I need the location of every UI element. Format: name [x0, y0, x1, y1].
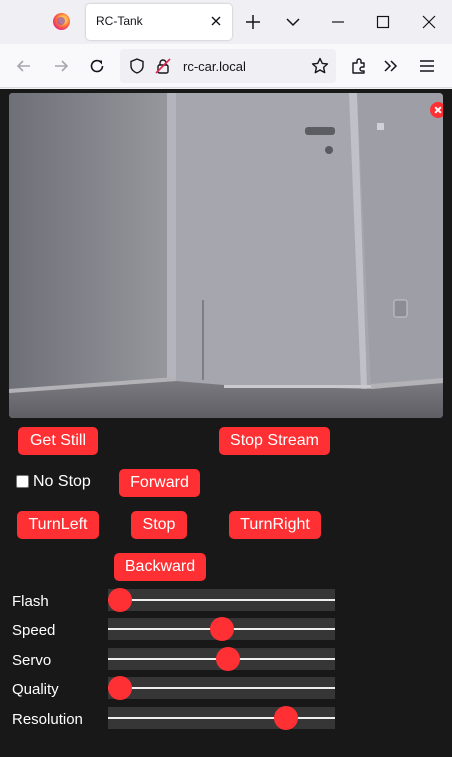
- resolution-slider[interactable]: [108, 706, 335, 730]
- minimize-icon[interactable]: [329, 13, 347, 31]
- slider-thumb[interactable]: [209, 617, 234, 641]
- url-text[interactable]: rc-car.local: [183, 59, 246, 74]
- stop-button[interactable]: Stop: [131, 511, 187, 539]
- quality-label: Quality: [12, 681, 59, 698]
- navigation-toolbar: rc-car.local: [0, 44, 452, 88]
- speed-slider[interactable]: [108, 617, 335, 641]
- get-still-button[interactable]: Get Still: [18, 427, 98, 455]
- slider-track: [108, 717, 335, 719]
- forward-button[interactable]: Forward: [119, 469, 200, 497]
- slider-thumb[interactable]: [215, 647, 240, 671]
- no-stop-label: No Stop: [33, 473, 91, 490]
- star-icon[interactable]: [310, 56, 330, 76]
- quality-slider[interactable]: [108, 676, 335, 700]
- firefox-logo[interactable]: [53, 13, 70, 30]
- forward-icon[interactable]: [51, 56, 71, 76]
- slider-thumb[interactable]: [108, 588, 132, 612]
- new-tab-icon[interactable]: [244, 13, 262, 31]
- maximize-icon[interactable]: [374, 13, 392, 31]
- checkbox-box[interactable]: [16, 475, 29, 488]
- turn-right-button[interactable]: TurnRight: [229, 511, 321, 539]
- tab-list-icon[interactable]: [284, 13, 302, 31]
- slider-track: [108, 687, 335, 689]
- backward-button[interactable]: Backward: [114, 553, 206, 581]
- servo-label: Servo: [12, 652, 52, 669]
- speed-label: Speed: [12, 622, 56, 639]
- back-icon[interactable]: [14, 56, 34, 76]
- browser-tab[interactable]: RC-Tank: [86, 4, 232, 40]
- tab-close-icon[interactable]: [208, 13, 224, 29]
- resolution-label: Resolution: [12, 711, 83, 728]
- servo-slider[interactable]: [108, 647, 335, 671]
- close-icon[interactable]: [430, 102, 443, 118]
- slider-thumb[interactable]: [108, 676, 132, 700]
- overflow-icon[interactable]: [381, 56, 401, 76]
- camera-stream-image: [9, 93, 443, 418]
- url-bar[interactable]: rc-car.local: [120, 49, 336, 83]
- menu-icon[interactable]: [417, 56, 437, 76]
- turn-left-button[interactable]: TurnLeft: [17, 511, 99, 539]
- slider-track: [108, 599, 335, 601]
- slider-thumb[interactable]: [274, 706, 299, 730]
- tab-title: RC-Tank: [96, 14, 143, 28]
- reload-icon[interactable]: [87, 56, 107, 76]
- lock-icon[interactable]: [154, 57, 172, 75]
- camera-stream: [9, 93, 443, 418]
- stop-stream-button[interactable]: Stop Stream: [219, 427, 330, 455]
- flash-slider[interactable]: [108, 588, 335, 612]
- window-close-icon[interactable]: [420, 13, 438, 31]
- shield-icon[interactable]: [128, 57, 146, 75]
- flash-label: Flash: [12, 593, 49, 610]
- page-content: Get Still Stop Stream No Stop Forward Tu…: [0, 89, 452, 757]
- tab-strip: RC-Tank: [0, 0, 452, 44]
- extensions-icon[interactable]: [349, 56, 369, 76]
